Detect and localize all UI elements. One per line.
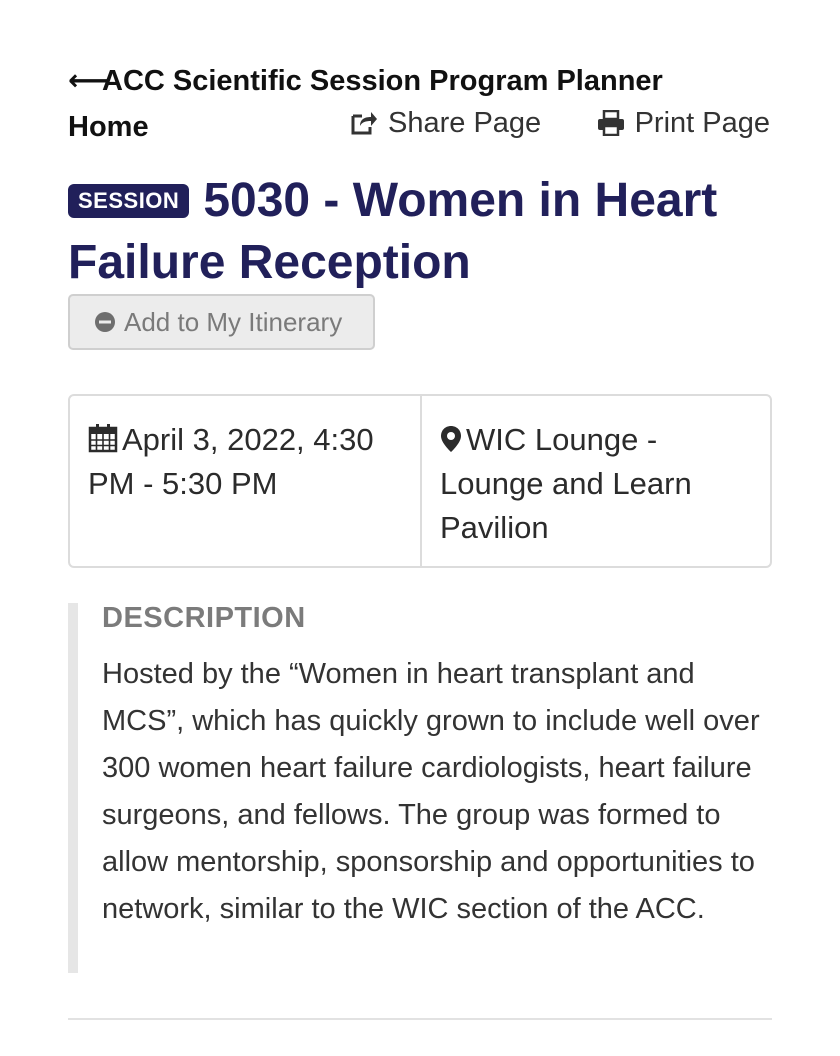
description-heading: DESCRIPTION — [102, 602, 306, 634]
page-title: SESSION 5030 - Women in Heart Failure Rec… — [68, 170, 788, 294]
description-text: Hosted by the “Women in heart transplant… — [102, 658, 760, 925]
session-location-text: WIC Lounge - Lounge and Learn Pavilion — [440, 422, 692, 545]
session-datetime-text: April 3, 2022, 4:30 PM - 5:30 PM — [88, 422, 374, 501]
back-arrow-icon: ⟵ — [68, 65, 110, 97]
session-datetime: April 3, 2022, 4:30 PM - 5:30 PM — [70, 396, 422, 566]
description-section: DESCRIPTION Hosted by the “Women in hear… — [68, 603, 772, 973]
share-page-button[interactable]: Share Page — [350, 107, 541, 140]
session-details-box: April 3, 2022, 4:30 PM - 5:30 PM WIC Lou… — [68, 394, 772, 568]
bottom-divider — [68, 1018, 772, 1020]
print-page-label: Print Page — [634, 106, 770, 139]
calendar-icon — [88, 424, 118, 453]
session-badge: SESSION — [68, 184, 190, 218]
add-to-itinerary-label: Add to My Itinerary — [124, 306, 343, 337]
minus-circle-icon — [95, 312, 115, 332]
print-icon — [597, 110, 624, 136]
session-location: WIC Lounge - Lounge and Learn Pavilion — [422, 396, 770, 566]
add-to-itinerary-button[interactable]: Add to My Itinerary — [68, 294, 375, 350]
back-link-label: ACC Scientific Session Program Planner — [102, 65, 663, 97]
print-page-button[interactable]: Print Page — [597, 107, 770, 140]
map-marker-icon — [441, 426, 461, 452]
page-actions: Share Page Print Page — [350, 101, 770, 145]
share-icon — [351, 112, 377, 135]
share-page-label: Share Page — [388, 106, 542, 139]
